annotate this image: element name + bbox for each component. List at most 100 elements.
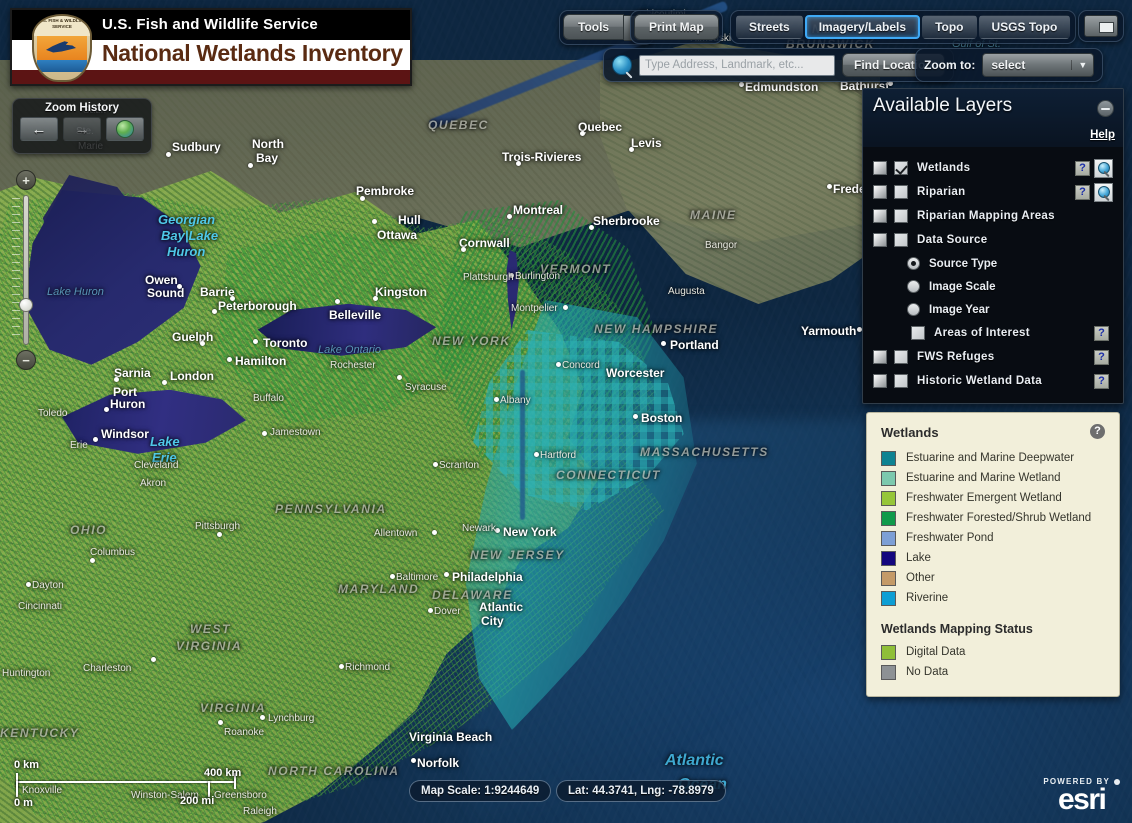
layer-label: Riparian Mapping Areas — [917, 210, 1055, 222]
layer-swatch-icon[interactable] — [873, 161, 887, 175]
map-city-dot — [227, 357, 232, 362]
map-city-dot — [212, 309, 217, 314]
zoom-history-forward-button[interactable]: → — [63, 117, 101, 141]
zoom-full-extent-button[interactable] — [106, 117, 144, 141]
map-city-dot — [372, 219, 377, 224]
layer-swatch-icon[interactable] — [873, 233, 887, 247]
mapping-status-items: Digital Data No Data — [881, 642, 1105, 682]
legend-item: Lake — [881, 548, 1105, 568]
zoom-history-back-button[interactable]: ← — [20, 117, 58, 141]
data-source-option-image-scale[interactable]: Image Scale — [863, 275, 1123, 298]
legend-item-label: Lake — [906, 552, 931, 564]
globe-icon — [116, 120, 134, 138]
map-city-dot — [218, 720, 223, 725]
map-city-dot — [104, 407, 109, 412]
layer-help-icon[interactable]: ? — [1094, 349, 1109, 365]
help-link[interactable]: Help — [1090, 129, 1115, 141]
layer-visibility-checkbox[interactable] — [894, 209, 908, 223]
layer-visibility-checkbox[interactable] — [911, 326, 925, 340]
layer-row-historic-wetland-data[interactable]: Historic Wetland Data? — [863, 369, 1123, 393]
zoom-slider-track[interactable] — [23, 195, 29, 345]
zoom-history-title: Zoom History — [44, 102, 120, 114]
zoom-in-button[interactable]: + — [16, 170, 36, 190]
legend-item-label: Freshwater Emergent Wetland — [906, 492, 1062, 504]
map-city-dot — [360, 196, 365, 201]
map-city-dot — [253, 339, 258, 344]
layer-help-icon[interactable]: ? — [1075, 160, 1090, 176]
map-city-dot — [114, 377, 119, 382]
map-city-dot — [495, 528, 500, 533]
layer-row-areas-of-interest[interactable]: Areas of Interest? — [863, 321, 1123, 345]
layer-swatch-icon[interactable] — [873, 185, 887, 199]
layer-help-icon[interactable]: ? — [1094, 325, 1109, 341]
layer-zoom-magnifier-icon[interactable] — [1094, 158, 1113, 178]
overview-map-icon[interactable] — [1084, 15, 1118, 37]
radio-button[interactable] — [907, 303, 920, 316]
layer-swatch-icon[interactable] — [873, 374, 887, 388]
legend-help-icon[interactable]: ? — [1090, 424, 1105, 439]
data-source-option-source-type[interactable]: Source Type — [863, 252, 1123, 275]
data-source-option-image-year[interactable]: Image Year — [863, 298, 1123, 321]
legend-title: Wetlands ? — [881, 424, 1105, 440]
legend-item: Estuarine and Marine Wetland — [881, 468, 1105, 488]
search-input[interactable] — [639, 54, 835, 76]
map-city-dot — [151, 657, 156, 662]
nwi-banner: U.S. FISH & WILDLIFE SERVICE U.S. Fish a… — [10, 8, 412, 86]
legend-items: Estuarine and Marine Deepwater Estuarine … — [881, 448, 1105, 608]
layer-row-riparian-mapping-areas[interactable]: Riparian Mapping Areas — [863, 204, 1123, 228]
seal-water — [37, 60, 87, 72]
legend-title-text: Wetlands — [881, 425, 939, 440]
map-city-dot — [428, 608, 433, 613]
zoom-to-label: Zoom to: — [924, 58, 976, 72]
legend-item: Freshwater Pond — [881, 528, 1105, 548]
basemap-imagery-labels[interactable]: Imagery/Labels — [804, 15, 921, 39]
scale-bar-line — [16, 781, 236, 783]
print-map-button[interactable]: Print Map — [634, 14, 719, 40]
layer-row-data-source[interactable]: Data Source — [863, 228, 1123, 252]
zoom-slider[interactable]: + − — [12, 170, 36, 370]
layers-list: Wetlands? Riparian? Riparian Mapping Areas… — [863, 147, 1123, 403]
map-city-dot — [509, 273, 514, 278]
chevron-down-icon: ▼ — [1071, 60, 1093, 70]
radio-button[interactable] — [907, 280, 920, 293]
layer-zoom-magnifier-icon[interactable] — [1094, 182, 1113, 202]
zoom-slider-handle[interactable] — [19, 298, 33, 312]
zoom-to-select[interactable]: select ▼ — [982, 53, 1095, 77]
layer-visibility-checkbox[interactable] — [894, 185, 908, 199]
layer-row-wetlands[interactable]: Wetlands? — [863, 156, 1123, 180]
search-icon — [612, 55, 632, 75]
layer-visibility-checkbox[interactable] — [894, 374, 908, 388]
zoom-slider-ticks — [12, 198, 20, 342]
layer-swatch-icon[interactable] — [873, 209, 887, 223]
zoom-out-button[interactable]: − — [16, 350, 36, 370]
basemap-usgs-topo[interactable]: USGS Topo — [978, 15, 1071, 39]
minimize-panel-button[interactable] — [1097, 100, 1114, 117]
map-city-dot — [739, 82, 744, 87]
layer-visibility-checkbox[interactable] — [894, 233, 908, 247]
map-city-dot — [373, 296, 378, 301]
layer-visibility-checkbox[interactable] — [894, 161, 908, 175]
map-city-dot — [563, 305, 568, 310]
layer-visibility-checkbox[interactable] — [894, 350, 908, 364]
map-city-dot — [397, 375, 402, 380]
basemap-topo[interactable]: Topo — [922, 15, 977, 39]
layer-row-riparian[interactable]: Riparian? — [863, 180, 1123, 204]
legend-color-swatch — [881, 530, 896, 546]
radio-button[interactable] — [907, 257, 920, 270]
map-city-dot — [390, 574, 395, 579]
scale-mi-min: 0 m — [14, 797, 33, 809]
tools-button[interactable]: Tools — [563, 14, 625, 40]
scale-km-min: 0 km — [14, 759, 40, 771]
layer-row-fws-refuges[interactable]: FWS Refuges? — [863, 345, 1123, 369]
status-color-swatch — [881, 664, 896, 680]
mapping-status-title: Wetlands Mapping Status — [881, 622, 1033, 636]
legend-item: Freshwater Emergent Wetland — [881, 488, 1105, 508]
radio-label: Image Scale — [929, 280, 996, 293]
basemap-streets[interactable]: Streets — [736, 15, 803, 39]
layer-swatch-icon[interactable] — [873, 350, 887, 364]
layer-help-icon[interactable]: ? — [1094, 373, 1109, 389]
basemap-switcher: Streets Imagery/Labels Topo USGS Topo — [730, 10, 1077, 44]
zoom-history-buttons: ← → — [19, 117, 145, 141]
legend-color-swatch — [881, 470, 896, 486]
layer-help-icon[interactable]: ? — [1075, 184, 1090, 200]
